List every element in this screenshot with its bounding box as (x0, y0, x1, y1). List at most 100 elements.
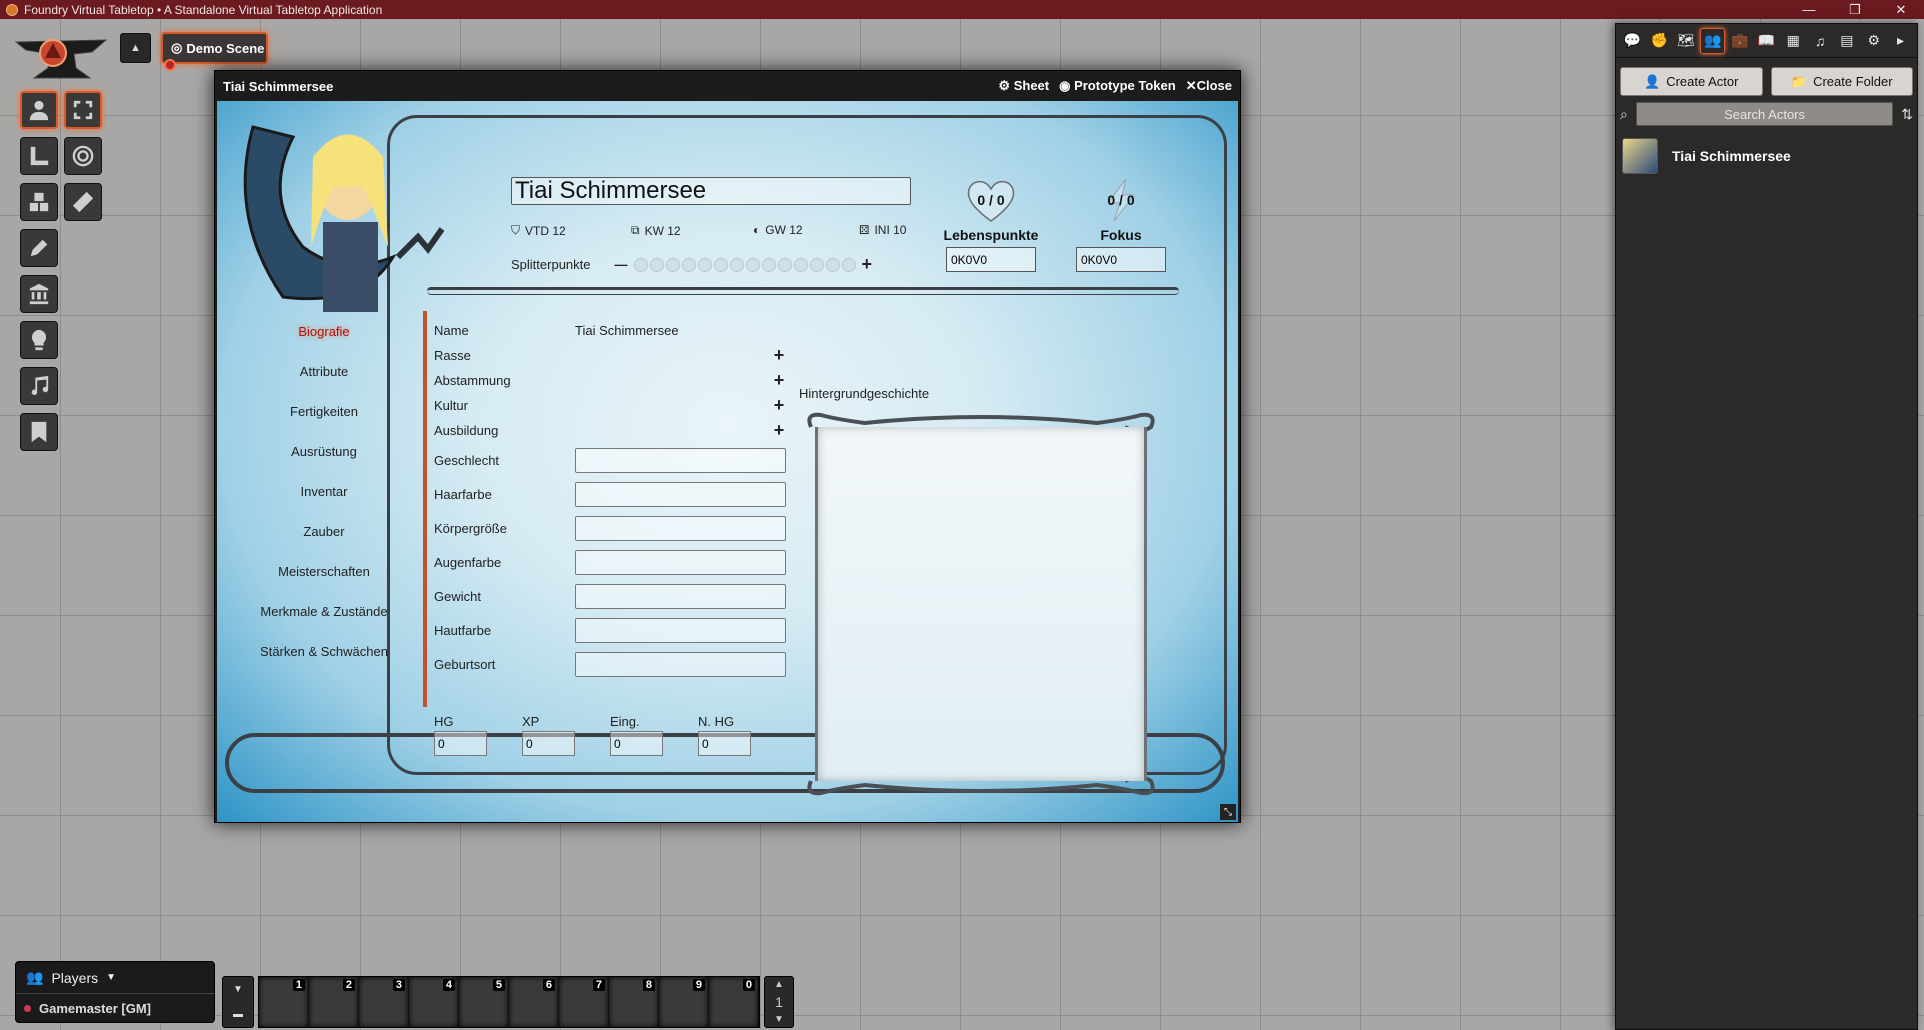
prototype-token-button[interactable]: ◉ Prototype Token (1059, 78, 1176, 94)
target-tool-button[interactable] (64, 137, 102, 175)
background-story-editor[interactable] (815, 427, 1147, 781)
bio-field-input[interactable] (575, 651, 786, 677)
splitter-plus-button[interactable]: + (862, 254, 873, 275)
splitter-point-dot[interactable] (665, 257, 680, 272)
bio-field-input[interactable] (575, 583, 786, 609)
macro-slot[interactable]: 0 (709, 977, 759, 1027)
sort-icon[interactable]: ⇅ (1901, 106, 1913, 123)
bio-field-input[interactable] (575, 481, 786, 507)
eing-input[interactable] (610, 731, 663, 756)
fokus-field[interactable] (1076, 247, 1166, 272)
splitter-point-dot[interactable] (697, 257, 712, 272)
splitter-point-dot[interactable] (777, 257, 792, 272)
tab-attribute[interactable]: Attribute (225, 351, 423, 391)
settings-icon[interactable]: ⚙ (1861, 28, 1886, 54)
chat-icon[interactable]: 💬 (1620, 28, 1645, 54)
splitter-point-dot[interactable] (841, 257, 856, 272)
macro-slot[interactable]: 3 (359, 977, 409, 1027)
search-actors-input[interactable] (1635, 102, 1894, 126)
add-abstammung-button[interactable]: + (769, 370, 789, 391)
notes-controls-button[interactable] (20, 413, 58, 451)
ruler-tool-button[interactable] (64, 183, 102, 221)
macro-slot[interactable]: 9 (659, 977, 709, 1027)
minimize-button[interactable]: — (1786, 2, 1832, 18)
foundry-anvil-logo-icon[interactable] (12, 30, 110, 82)
splitter-point-dot[interactable] (793, 257, 808, 272)
macro-slot[interactable]: 4 (409, 977, 459, 1027)
macro-slot[interactable]: 7 (559, 977, 609, 1027)
players-header[interactable]: 👥 Players ▼ (16, 962, 214, 994)
macro-slot[interactable]: 6 (509, 977, 559, 1027)
create-folder-button[interactable]: 📁 Create Folder (1770, 67, 1913, 96)
hg-input[interactable] (434, 731, 487, 756)
restore-button[interactable]: ❐ (1832, 2, 1878, 18)
background-story-scroll (805, 409, 1157, 799)
sheet-window-header[interactable]: Tiai Schimmersee ⚙ Sheet ◉ Prototype Tok… (215, 71, 1240, 101)
xp-input[interactable] (522, 731, 575, 756)
bio-field-input[interactable] (575, 549, 786, 575)
macro-slot[interactable]: 8 (609, 977, 659, 1027)
macro-slot[interactable]: 1 (259, 977, 309, 1027)
combat-icon[interactable]: ✊ (1647, 28, 1672, 54)
journal-icon[interactable]: 📖 (1754, 28, 1779, 54)
splitter-minus-button[interactable]: — (615, 257, 628, 272)
sheet-config-button[interactable]: ⚙ Sheet (998, 78, 1049, 94)
tab-meisterschaften[interactable]: Meisterschaften (225, 551, 423, 591)
os-close-button[interactable]: ✕ (1878, 2, 1924, 18)
macro-folder-icon[interactable]: ▬ (233, 1009, 243, 1020)
tab-ausrüstung[interactable]: Ausrüstung (225, 431, 423, 471)
tab-merkmale-zustände[interactable]: Merkmale & Zustände (225, 591, 423, 631)
scenes-icon[interactable]: 🗺 (1674, 28, 1699, 54)
page-down-button[interactable]: ▼ (774, 1014, 784, 1025)
splitter-point-dot[interactable] (713, 257, 728, 272)
add-ausbildung-button[interactable]: + (769, 420, 789, 441)
playlists-icon[interactable]: ♫ (1808, 28, 1833, 54)
token-controls-button[interactable] (20, 91, 58, 129)
add-rasse-button[interactable]: + (769, 345, 789, 366)
nhg-input[interactable] (698, 731, 751, 756)
splitter-point-dot[interactable] (729, 257, 744, 272)
scene-tab-demo[interactable]: ◎ Demo Scene (161, 32, 268, 71)
character-portrait[interactable] (223, 107, 448, 312)
sounds-controls-button[interactable] (20, 367, 58, 405)
create-actor-button[interactable]: 👤 Create Actor (1620, 67, 1763, 96)
actor-name-input[interactable] (511, 177, 911, 205)
bio-field-input[interactable] (575, 447, 786, 473)
walls-controls-button[interactable] (20, 275, 58, 313)
splitter-point-dot[interactable] (761, 257, 776, 272)
bio-field-input[interactable] (575, 617, 786, 643)
lighting-controls-button[interactable] (20, 321, 58, 359)
resize-handle-icon[interactable]: ⤡ (1220, 804, 1236, 820)
macro-slot[interactable]: 2 (309, 977, 359, 1027)
tables-icon[interactable]: ▦ (1781, 28, 1806, 54)
collapse-icon[interactable]: ▸ (1888, 28, 1913, 54)
measure-controls-button[interactable] (20, 137, 58, 175)
splitter-point-dot[interactable] (809, 257, 824, 272)
tab-stärken-schwächen[interactable]: Stärken & Schwächen (225, 631, 423, 671)
add-kultur-button[interactable]: + (769, 395, 789, 416)
bio-field-input[interactable] (575, 515, 786, 541)
items-icon[interactable]: 💼 (1727, 28, 1752, 54)
page-up-button[interactable]: ▲ (774, 979, 784, 990)
actor-list-item[interactable]: Tiai Schimmersee (1616, 132, 1917, 180)
hotbar-collapse-button[interactable]: ▼ (233, 984, 243, 995)
macro-slot[interactable]: 5 (459, 977, 509, 1027)
drawing-controls-button[interactable] (20, 229, 58, 267)
lebenspunkte-field[interactable] (946, 247, 1036, 272)
select-tool-button[interactable] (64, 91, 102, 129)
tiles-controls-button[interactable] (20, 183, 58, 221)
splitter-point-dot[interactable] (825, 257, 840, 272)
sheet-close-button[interactable]: ✕Close (1186, 78, 1232, 94)
splitter-point-dot[interactable] (745, 257, 760, 272)
tab-inventar[interactable]: Inventar (225, 471, 423, 511)
actors-icon[interactable]: 👥 (1700, 27, 1726, 54)
tab-zauber[interactable]: Zauber (225, 511, 423, 551)
bio-field-label: Geburtsort (434, 656, 496, 672)
compendium-icon[interactable]: ▤ (1835, 28, 1860, 54)
splitter-point-dot[interactable] (649, 257, 664, 272)
splitter-point-dot[interactable] (633, 257, 648, 272)
splitter-point-dot[interactable] (681, 257, 696, 272)
tab-biografie[interactable]: Biografie (225, 311, 423, 351)
tab-fertigkeiten[interactable]: Fertigkeiten (225, 391, 423, 431)
scene-nav-toggle[interactable]: ▲ (120, 33, 151, 63)
